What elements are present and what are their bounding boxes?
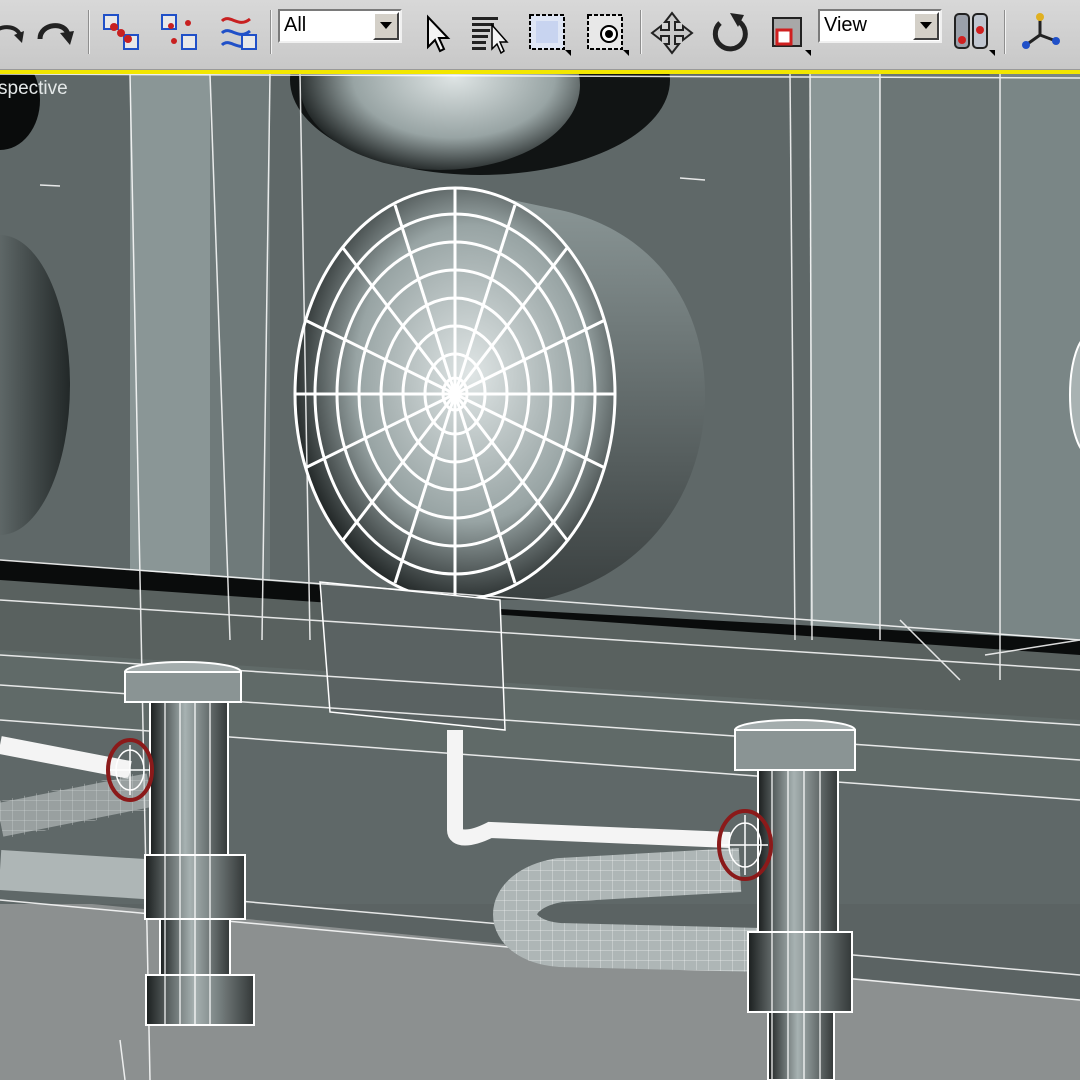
unlink-selection-button[interactable] (156, 8, 204, 58)
space-warp-icon (216, 11, 260, 55)
link-icon (100, 11, 144, 55)
toolbar-separator (640, 10, 642, 54)
valve-handle-right (717, 809, 773, 881)
chevron-down-icon[interactable] (913, 12, 939, 40)
redo-icon (32, 11, 76, 55)
cursor-arrow-icon (416, 11, 452, 55)
valve-handle-left (106, 738, 154, 802)
chevron-down-icon[interactable] (373, 12, 399, 40)
housing-pillar-left (130, 74, 210, 614)
scale-icon (765, 10, 811, 56)
housing-pillar-right (810, 74, 880, 634)
undo-button[interactable] (0, 8, 30, 58)
main-toolbar: All View (0, 0, 1080, 70)
toolbar-separator (270, 10, 272, 54)
window-crossing-icon (583, 10, 629, 56)
housing-pillar-right-side (880, 74, 1000, 674)
undo-icon (0, 13, 26, 53)
selection-filter-value: All (284, 14, 307, 36)
rect-selection-icon (525, 10, 571, 56)
select-by-name-button[interactable] (466, 8, 514, 58)
perspective-viewport[interactable]: spective (0, 74, 1080, 1080)
toolbar-separator (88, 10, 90, 54)
housing-pillar-left-side (210, 74, 270, 634)
manipulate-icon (1018, 11, 1062, 55)
select-and-manipulate-button[interactable] (1016, 8, 1064, 58)
move-icon (650, 11, 694, 55)
select-and-rotate-button[interactable] (706, 8, 754, 58)
viewport-label[interactable]: spective (0, 78, 68, 100)
rectangular-selection-button[interactable] (524, 8, 572, 58)
selection-filter-dropdown[interactable]: All (278, 9, 402, 43)
select-and-scale-button[interactable] (764, 8, 812, 58)
redo-button[interactable] (30, 8, 78, 58)
toolbar-separator (1004, 10, 1006, 54)
select-object-button[interactable] (410, 8, 458, 58)
select-and-move-button[interactable] (648, 8, 696, 58)
reference-coordinate-dropdown[interactable]: View (818, 9, 942, 43)
window-crossing-button[interactable] (582, 8, 630, 58)
bind-to-space-warp-button[interactable] (214, 8, 262, 58)
motor-box (319, 581, 506, 731)
select-and-link-button[interactable] (98, 8, 146, 58)
use-pivot-point-button[interactable] (948, 8, 996, 58)
select-by-name-icon (468, 11, 512, 55)
unlink-icon (158, 11, 202, 55)
viewport-canvas (0, 74, 1080, 1080)
housing-right-edge (1000, 74, 1080, 674)
rotate-icon (708, 11, 752, 55)
pivot-icon (949, 10, 995, 56)
reference-coordinate-value: View (824, 14, 867, 36)
